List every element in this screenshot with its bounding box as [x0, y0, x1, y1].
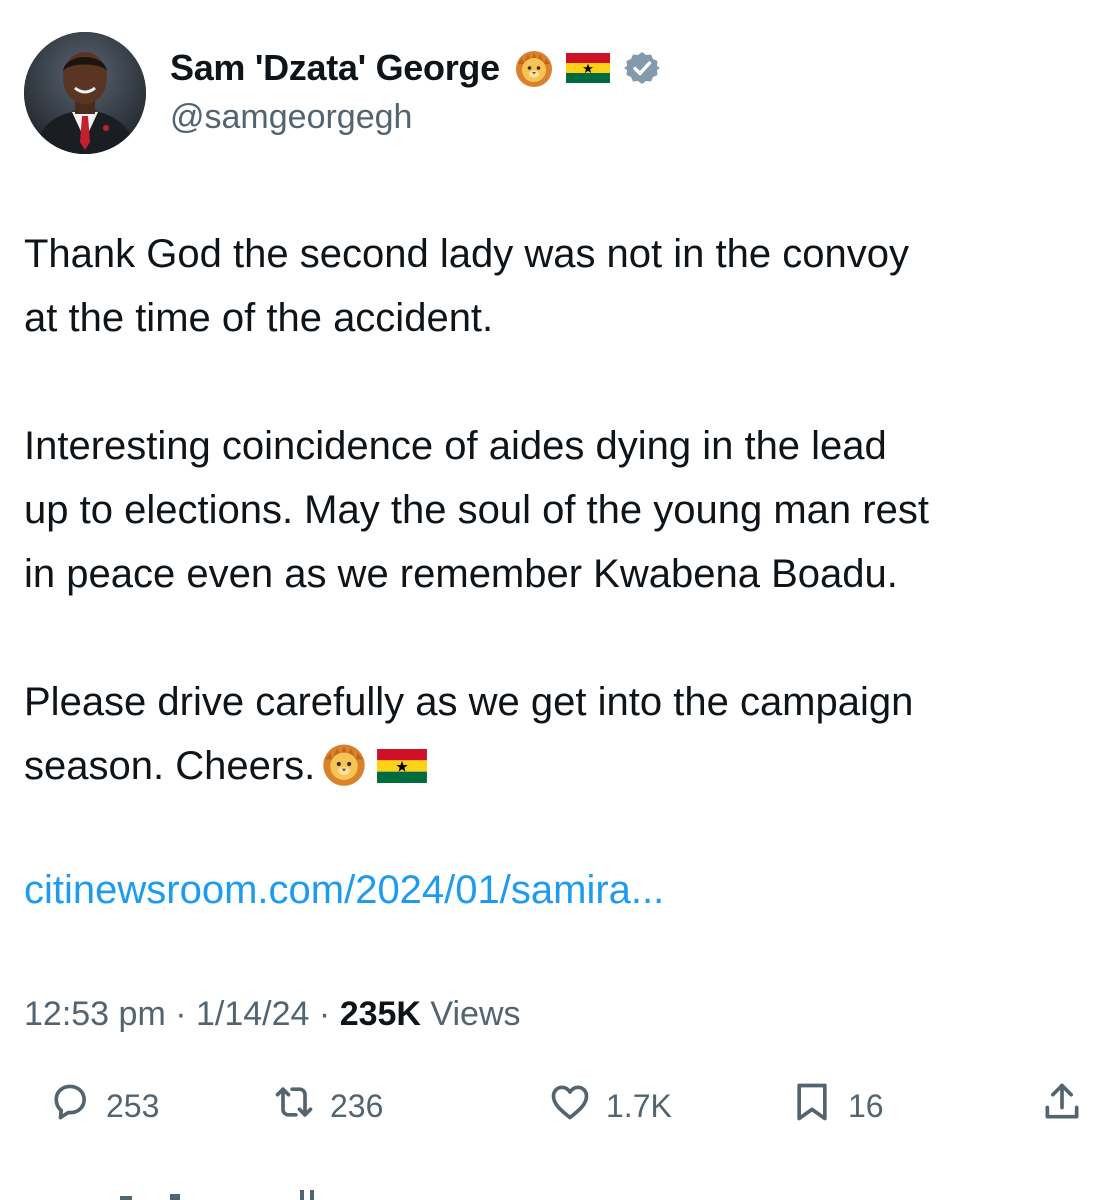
reply-button[interactable]: 253	[48, 1078, 159, 1134]
like-button[interactable]: 1.7K	[548, 1078, 672, 1134]
reply-icon	[48, 1080, 92, 1132]
tweet-paragraph: Thank God the second lady was not in the…	[24, 222, 1104, 350]
reply-count: 253	[106, 1087, 160, 1124]
repost-button[interactable]: 236	[272, 1078, 383, 1134]
action-bar: 253 236 1.7K 16	[0, 1078, 1120, 1134]
display-name[interactable]: Sam 'Dzata' George	[170, 47, 500, 89]
views-label: Views	[430, 995, 521, 1033]
repost-count: 236	[330, 1087, 384, 1124]
like-count: 1.7K	[606, 1087, 672, 1124]
user-handle[interactable]: @samgeorgegh	[170, 98, 412, 137]
share-button[interactable]	[1040, 1078, 1084, 1134]
tweet-line-with-emoji: season. Cheers.	[24, 734, 1104, 798]
tweet-paragraph: Please drive carefully as we get into th…	[24, 670, 1104, 798]
tweet-line: Interesting coincidence of aides dying i…	[24, 424, 887, 468]
tweet-line: Thank God the second lady was not in the…	[24, 232, 909, 276]
heart-icon	[548, 1080, 592, 1132]
avatar[interactable]	[24, 32, 146, 154]
article-link[interactable]: citinewsroom.com/2024/01/samira...	[24, 858, 664, 922]
cropped-next-content	[60, 1180, 360, 1200]
bookmark-button[interactable]: 16	[790, 1078, 884, 1134]
ghana-flag-emoji-icon	[565, 53, 610, 83]
ghana-flag-emoji-icon	[377, 738, 428, 783]
verified-badge-icon[interactable]	[623, 50, 660, 86]
tweet: Sam 'Dzata' George @samgeorgegh Thank Go…	[0, 0, 1120, 1200]
lion-face-emoji-icon	[321, 741, 367, 787]
share-icon	[1040, 1080, 1084, 1132]
tweet-line: Please drive carefully as we get into th…	[24, 680, 914, 724]
views-count: 235K	[339, 995, 421, 1033]
tweet-line-text: season. Cheers.	[24, 744, 316, 788]
meta-separator: ·	[175, 995, 187, 1033]
tweet-meta: 12:53 pm · 1/14/24 · 235K Views	[24, 990, 521, 1038]
tweet-line: in peace even as we remember Kwabena Boa…	[24, 552, 898, 596]
tweet-time[interactable]: 12:53 pm	[24, 995, 166, 1033]
lion-face-emoji-icon	[514, 48, 554, 88]
tweet-line: up to elections. May the soul of the you…	[24, 488, 929, 532]
tweet-text: Thank God the second lady was not in the…	[24, 222, 1104, 798]
tweet-line: at the time of the accident.	[24, 296, 494, 340]
meta-separator: ·	[318, 995, 331, 1033]
tweet-date[interactable]: 1/14/24	[196, 995, 309, 1033]
name-row[interactable]: Sam 'Dzata' George	[170, 44, 660, 92]
bookmark-count: 16	[848, 1087, 884, 1124]
tweet-paragraph: Interesting coincidence of aides dying i…	[24, 414, 1104, 606]
repost-icon	[272, 1080, 316, 1132]
bookmark-icon	[790, 1080, 834, 1132]
